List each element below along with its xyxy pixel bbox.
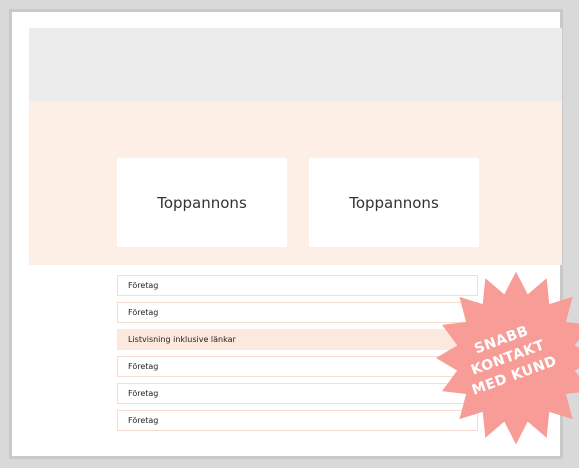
list-item-label: Företag [128, 281, 159, 290]
list-item-label: Företag [128, 416, 159, 425]
list-item[interactable]: Företag [117, 383, 478, 404]
list-item-label: Företag [128, 362, 159, 371]
quick-contact-starburst-badge: SNABB KONTAKT MED KUND [436, 272, 579, 444]
top-ad-right-label: Toppannons [349, 193, 439, 212]
header-placeholder [29, 28, 562, 101]
list-item-label: Företag [128, 308, 159, 317]
list-item[interactable]: Företag [117, 410, 478, 431]
list-item-label: Företag [128, 389, 159, 398]
top-ad-left[interactable]: Toppannons [117, 158, 287, 247]
list-item[interactable]: Företag [117, 356, 478, 377]
top-ad-right[interactable]: Toppannons [309, 158, 479, 247]
list-item[interactable]: Företag [117, 275, 478, 296]
list-item-label: Listvisning inklusive länkar [128, 335, 236, 344]
top-ad-band [29, 101, 562, 265]
top-ad-left-label: Toppannons [157, 193, 247, 212]
